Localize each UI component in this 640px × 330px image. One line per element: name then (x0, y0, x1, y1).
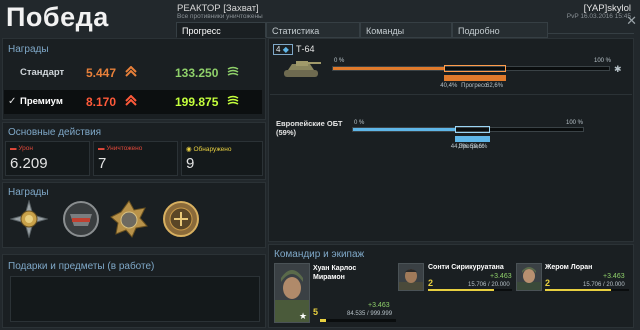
tank-progress-label: Прогресс (461, 83, 488, 89)
tab-teams[interactable]: Команды (360, 22, 452, 38)
premium-xp: 199.875 (175, 95, 219, 109)
killed-label-text: Уничтожено (106, 145, 143, 152)
commander-name-1: Хуан Карлос (313, 265, 357, 272)
battle-date: PvP 16.03.2016 15:45 (566, 13, 631, 20)
class-bar-end: 100 % (566, 120, 584, 126)
xp-icon (227, 95, 239, 109)
medal-3-icon[interactable] (110, 200, 148, 238)
crew-member-1-xp-bar (428, 289, 512, 291)
credits-icon (125, 65, 137, 80)
crew-member-2-level: 2 (545, 278, 551, 288)
standard-xp: 133.250 (175, 66, 219, 80)
xp-icon (227, 66, 239, 80)
close-icon[interactable]: ✕ (626, 13, 637, 29)
tank-progress-right: 62,6% (486, 83, 504, 89)
tank-progress-fill (333, 67, 446, 70)
damage-stat: ▬ Урон 6.209 (5, 141, 90, 176)
class-pct: (59%) (276, 128, 297, 137)
crew-title: Командир и экипаж (274, 249, 365, 260)
crew-member-1-portrait[interactable] (398, 263, 424, 291)
killed-icon: ▬ (98, 145, 105, 152)
crew-member-1-level: 2 (428, 278, 434, 288)
divider (270, 94, 632, 95)
class-progress-fill (353, 128, 456, 131)
commander-xp-gain: +3.463 (368, 302, 390, 309)
tank-gain-frame (444, 65, 506, 72)
tank-tier-badge: 4 ◆ (273, 44, 293, 55)
eye-icon: ◉ (186, 146, 192, 153)
class-progress-right: 59,6% (470, 144, 488, 150)
tank-bar-start: 0 % (334, 58, 345, 64)
battle-result: Все противники уничтожены (177, 13, 263, 20)
tank-tier: 4 (276, 45, 281, 54)
damage-icon: ▬ (10, 145, 17, 152)
commander-xp-fill (320, 319, 327, 322)
crew-member-1-xp-fill (428, 289, 494, 291)
tier-diamond-icon: ◆ (282, 45, 289, 54)
class-name: Европейские ОБТ (276, 119, 343, 128)
medal-2-icon[interactable] (62, 200, 100, 238)
damage-label: ▬ Урон (10, 145, 33, 152)
standard-label: Стандарт (20, 67, 65, 78)
tab-details[interactable]: Подробно (452, 22, 548, 38)
tank-progress-left: 40,4% (440, 83, 458, 89)
crew-member-2-xp-gain: +3.463 (603, 273, 625, 280)
commander-name-2: Мирамон (313, 274, 345, 281)
crew-member-2-xp-fill (545, 289, 611, 291)
medal-4-icon[interactable] (162, 200, 200, 238)
class-gain-frame (454, 126, 491, 133)
commander-level: 5 (313, 307, 319, 317)
page-title: Победа (6, 2, 109, 32)
crew-member-1-xp-gain: +3.463 (490, 273, 512, 280)
premium-check-icon: ✓ (8, 96, 17, 107)
class-gain-bar (454, 136, 491, 142)
credits-icon (125, 94, 137, 109)
damage-label-text: Урон (18, 145, 33, 152)
crew-member-1-xp-progress: 15.706 / 20.000 (468, 282, 510, 288)
tab-divider (548, 33, 634, 34)
tank-icon (280, 58, 322, 82)
medals-title: Награды (8, 187, 49, 198)
class-bar-start: 0 % (354, 120, 365, 126)
commander-star-icon: ★ (299, 311, 308, 321)
rewards-title: Награды (8, 44, 49, 55)
killed-value: 7 (98, 155, 107, 172)
crew-member-2-portrait[interactable] (516, 263, 542, 291)
gifts-title: Подарки и предметы (в работе) (8, 261, 155, 272)
damage-value: 6.209 (10, 155, 48, 172)
killed-stat: ▬ Уничтожено 7 (93, 141, 178, 176)
tank-bar-end: 100 % (594, 58, 612, 64)
crew-member-2-xp-bar (545, 289, 629, 291)
killed-label: ▬ Уничтожено (98, 145, 142, 152)
medal-1-icon[interactable] (9, 199, 49, 239)
standard-credits: 5.447 (86, 66, 117, 80)
tank-gain-bar (444, 75, 506, 81)
crew-member-2-name: Жером Лоран (545, 264, 593, 271)
spotted-label: ◉ Обнаружено (186, 145, 232, 153)
elite-icon: ✱ (614, 64, 622, 74)
tank-name: Т-64 (296, 44, 315, 54)
premium-label: Премиум (20, 96, 63, 107)
tab-progress[interactable]: Прогресс (176, 22, 266, 38)
commander-xp-progress: 84.535 / 999.999 (347, 311, 393, 317)
gifts-area (10, 276, 260, 322)
commander-xp-bar (320, 319, 396, 322)
spotted-label-text: Обнаружено (193, 146, 232, 153)
crew-member-1-name: Сонти Сирикуруатана (428, 264, 504, 271)
tab-statistics[interactable]: Статистика (266, 22, 360, 38)
actions-title: Основные действия (8, 127, 102, 138)
crew-member-2-xp-progress: 15.706 / 20.000 (583, 282, 625, 288)
premium-row: ✓ Премиум 8.170 199.875 (4, 90, 262, 114)
spotted-stat: ◉ Обнаружено 9 (181, 141, 263, 176)
spotted-value: 9 (186, 155, 195, 172)
premium-credits: 8.170 (86, 95, 117, 109)
